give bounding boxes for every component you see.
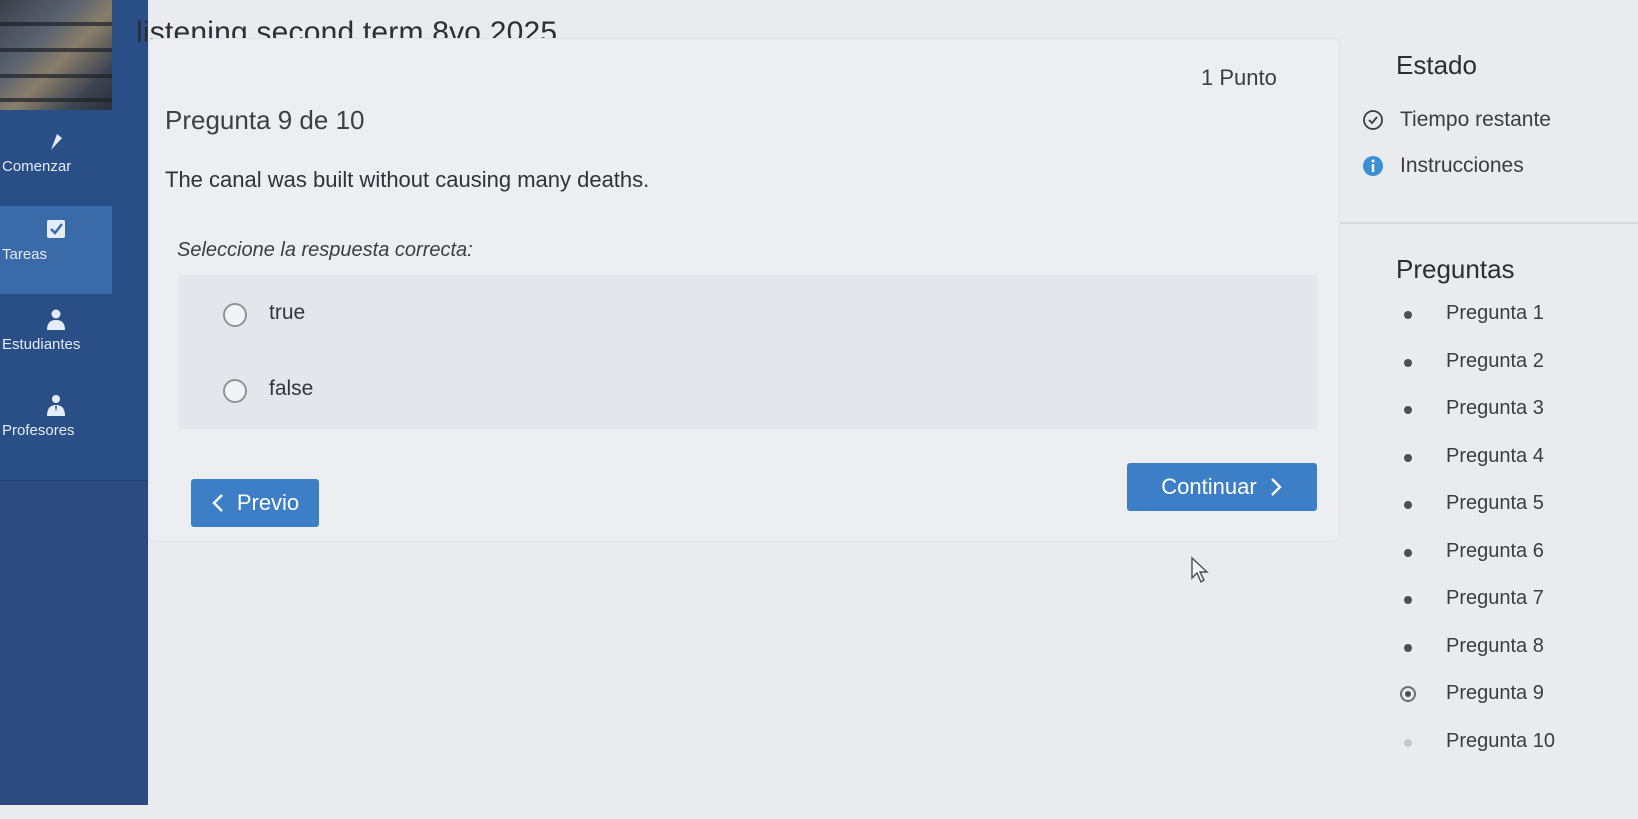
radio-button[interactable] (223, 379, 247, 403)
question-nav-item-1[interactable]: Pregunta 1 (1400, 302, 1555, 350)
question-nav-label: Pregunta 9 (1446, 682, 1544, 704)
bullet-icon (1404, 643, 1412, 652)
bullet-icon (1404, 548, 1412, 557)
instructions-link[interactable]: Instrucciones (1362, 154, 1524, 178)
chevron-left-icon (212, 494, 223, 512)
question-nav-item-2[interactable]: Pregunta 2 (1400, 350, 1555, 398)
question-nav-label: Pregunta 2 (1446, 349, 1544, 372)
continue-button[interactable]: Continuar (1127, 463, 1317, 511)
question-nav-label: Pregunta 5 (1446, 492, 1544, 514)
question-nav-label: Pregunta 1 (1446, 302, 1544, 324)
question-points: 1 Punto (1201, 65, 1277, 90)
sidebar-item-label: Estudiantes (2, 336, 81, 353)
question-nav-item-6[interactable]: Pregunta 6 (1400, 540, 1555, 588)
question-card: 1 Punto Pregunta 9 de 10 The canal was b… (148, 38, 1340, 542)
bullet-icon (1404, 311, 1412, 319)
time-remaining-label: Tiempo restante (1400, 108, 1551, 131)
question-text: The canal was built without causing many… (165, 167, 650, 192)
question-nav-item-10[interactable]: Pregunta 10 (1400, 730, 1555, 778)
questions-title: Preguntas (1396, 254, 1515, 284)
question-list: Pregunta 1 Pregunta 2 Pregunta 3 Pregunt… (1400, 302, 1555, 777)
sidebar-item-profesores[interactable]: Profesores (0, 382, 112, 470)
bullet-icon (1404, 358, 1412, 367)
bullet-icon (1404, 453, 1412, 462)
time-remaining[interactable]: Tiempo restante (1362, 108, 1551, 132)
question-nav-item-7[interactable]: Pregunta 7 (1400, 587, 1555, 635)
bullet-icon (1404, 738, 1412, 747)
sidebar-item-tareas[interactable]: Tareas (0, 206, 112, 294)
bullet-icon (1404, 596, 1412, 604)
question-nav-item-3[interactable]: Pregunta 3 (1400, 397, 1555, 445)
clock-icon (1363, 110, 1383, 130)
answer-option-label: false (269, 377, 314, 400)
instructions-label: Instrucciones (1400, 154, 1524, 177)
sidebar-item-label: Tareas (2, 246, 48, 263)
checkbox-icon (47, 220, 65, 238)
question-nav-label: Pregunta 6 (1446, 539, 1544, 562)
question-nav-label: Pregunta 10 (1446, 729, 1555, 752)
question-nav-item-4[interactable]: Pregunta 4 (1400, 445, 1555, 493)
app-logo (0, 0, 112, 110)
question-nav-label: Pregunta 8 (1446, 634, 1544, 657)
previous-button[interactable]: Previo (191, 479, 319, 527)
panel-divider (1340, 222, 1638, 224)
bullet-icon (1404, 501, 1412, 509)
continue-button-label: Continuar (1161, 474, 1257, 499)
answer-option-label: true (269, 301, 306, 324)
previous-button-label: Previo (236, 490, 300, 515)
question-nav-label: Pregunta 4 (1446, 444, 1544, 467)
status-title: Estado (1396, 50, 1477, 80)
current-question-icon (1400, 686, 1416, 702)
sidebar-footer (0, 480, 148, 805)
question-nav-label: Pregunta 3 (1446, 397, 1544, 419)
mouse-pointer-icon (1191, 556, 1209, 584)
sidebar: Comenzar Tareas Estudiantes Profesores (0, 0, 148, 805)
sidebar-item-label: Comenzar (2, 158, 72, 175)
bullet-icon (1404, 406, 1412, 414)
sidebar-item-estudiantes[interactable]: Estudiantes (0, 296, 112, 384)
chevron-right-icon (1270, 478, 1282, 496)
flag-icon (51, 134, 62, 150)
teacher-icon (47, 395, 65, 416)
question-counter: Pregunta 9 de 10 (165, 105, 365, 135)
question-nav-label: Pregunta 7 (1446, 587, 1544, 609)
user-icon (47, 309, 65, 330)
info-icon (1363, 156, 1383, 176)
sidebar-item-label: Profesores (2, 422, 75, 439)
answer-option-false[interactable]: false (179, 351, 1317, 429)
answer-instruction: Seleccione la respuesta correcta: (177, 239, 473, 261)
question-nav-item-9[interactable]: Pregunta 9 (1400, 682, 1555, 730)
question-nav-item-5[interactable]: Pregunta 5 (1400, 492, 1555, 540)
sidebar-item-comenzar[interactable]: Comenzar (0, 118, 112, 206)
question-nav-item-8[interactable]: Pregunta 8 (1400, 635, 1555, 683)
radio-button[interactable] (223, 303, 247, 327)
answer-option-true[interactable]: true (179, 275, 1317, 353)
